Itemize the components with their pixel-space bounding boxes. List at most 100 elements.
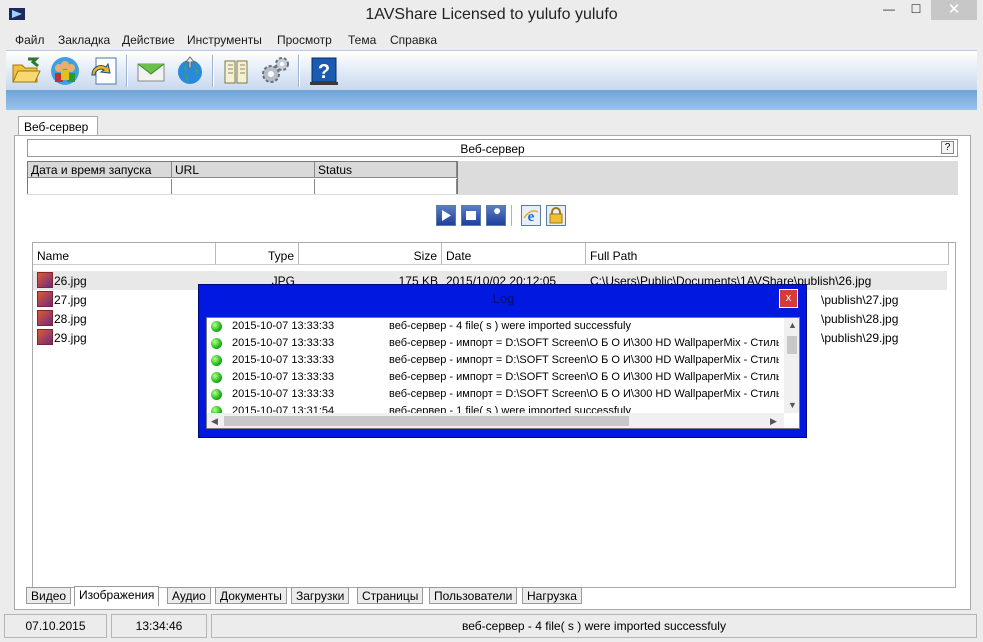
server-settings-button[interactable] xyxy=(486,205,506,226)
minimize-button[interactable]: — xyxy=(876,2,902,22)
scroll-down-icon[interactable]: ▼ xyxy=(788,400,797,410)
menu-tools[interactable]: Инструменты xyxy=(187,33,262,47)
lock-icon xyxy=(549,207,563,224)
file-name: 26.jpg xyxy=(54,274,87,288)
image-file-icon xyxy=(37,310,53,326)
log-entry: 2015-10-07 13:33:33 веб-сервер - импорт … xyxy=(207,352,785,369)
log-message: веб-сервер - 4 file( s ) were imported s… xyxy=(389,320,631,332)
file-path: \publish\28.jpg xyxy=(821,312,899,326)
toolbar-separator xyxy=(126,55,128,87)
ie-icon: e xyxy=(523,209,539,225)
tab-web-server[interactable]: Веб-сервер xyxy=(18,116,98,136)
status-ok-icon xyxy=(211,389,222,400)
svg-text:?: ? xyxy=(318,61,330,83)
column-date[interactable]: Date xyxy=(442,243,586,265)
log-list: 2015-10-07 13:33:33 веб-сервер - 4 file(… xyxy=(206,317,800,429)
mail-icon[interactable] xyxy=(135,55,167,87)
start-server-button[interactable] xyxy=(436,205,456,226)
users-icon[interactable] xyxy=(49,55,81,87)
status-time: 13:34:46 xyxy=(111,614,207,638)
web-server-header-label: Веб-сервер xyxy=(460,142,525,156)
grid-cell xyxy=(28,179,172,194)
log-close-button[interactable]: x xyxy=(779,289,798,308)
security-button[interactable] xyxy=(546,205,566,226)
web-server-header: Веб-сервер ? xyxy=(27,139,958,157)
file-path: \publish\29.jpg xyxy=(821,331,899,345)
log-time: 2015-10-07 13:33:33 xyxy=(232,388,335,400)
stop-icon xyxy=(466,211,476,220)
column-status[interactable]: Status xyxy=(315,162,457,178)
toolbar-separator xyxy=(298,55,300,87)
title-bar: 1AVShare Licensed to yulufo yulufo — ☐ ✕ xyxy=(0,0,983,30)
log-horizontal-scrollbar[interactable]: ◀ ▶ xyxy=(207,413,784,428)
image-file-icon xyxy=(37,272,53,288)
log-time: 2015-10-07 13:33:33 xyxy=(232,337,335,349)
log-message: веб-сервер - импорт = D:\SOFT Screen\О Б… xyxy=(389,371,779,383)
settings-gears-icon[interactable] xyxy=(259,55,291,87)
log-entry: 2015-10-07 13:33:33 веб-сервер - импорт … xyxy=(207,386,785,403)
menu-help[interactable]: Справка xyxy=(390,33,437,47)
open-browser-button[interactable]: e xyxy=(521,205,541,226)
tab-pages[interactable]: Страницы xyxy=(357,587,424,604)
open-folder-icon[interactable] xyxy=(10,55,42,87)
log-entry: 2015-10-07 13:33:33 веб-сервер - импорт … xyxy=(207,335,785,352)
status-ok-icon xyxy=(211,355,222,366)
file-path: \publish\27.jpg xyxy=(821,293,899,307)
globe-icon[interactable] xyxy=(174,55,206,87)
column-url[interactable]: URL xyxy=(172,162,315,178)
help-button[interactable]: ? xyxy=(941,141,954,154)
menu-view[interactable]: Просмотр xyxy=(277,33,332,47)
toolbar-strip xyxy=(6,90,977,110)
controls-separator xyxy=(511,205,513,226)
scroll-left-icon[interactable]: ◀ xyxy=(211,416,218,427)
scroll-thumb[interactable] xyxy=(787,336,797,354)
log-vertical-scrollbar[interactable]: ▲ ▼ xyxy=(784,318,799,413)
menu-theme[interactable]: Тема xyxy=(348,33,376,47)
status-ok-icon xyxy=(211,338,222,349)
log-message: веб-сервер - импорт = D:\SOFT Screen\О Б… xyxy=(389,388,779,400)
column-full-path[interactable]: Full Path xyxy=(586,243,949,265)
file-name: 28.jpg xyxy=(54,312,87,326)
log-time: 2015-10-07 13:33:33 xyxy=(232,371,335,383)
scroll-thumb[interactable] xyxy=(224,416,629,426)
column-name[interactable]: Name xyxy=(33,243,216,265)
log-message: веб-сервер - импорт = D:\SOFT Screen\О Б… xyxy=(389,354,779,366)
log-time: 2015-10-07 13:33:33 xyxy=(232,320,335,332)
stop-server-button[interactable] xyxy=(461,205,481,226)
menu-bookmark[interactable]: Закладка xyxy=(58,33,110,47)
grid-cell xyxy=(315,179,457,194)
menu-action[interactable]: Действие xyxy=(122,33,175,47)
file-name: 29.jpg xyxy=(54,331,87,345)
tab-video[interactable]: Видео xyxy=(26,587,72,604)
tab-downloads[interactable]: Загрузки xyxy=(291,587,350,604)
column-type[interactable]: Type xyxy=(216,243,299,265)
tab-documents[interactable]: Документы xyxy=(215,587,287,604)
close-button[interactable]: ✕ xyxy=(931,0,977,20)
help-icon[interactable]: ? xyxy=(308,55,340,87)
toolbar: ? xyxy=(6,50,977,90)
book-icon[interactable] xyxy=(220,55,252,87)
image-file-icon xyxy=(37,329,53,345)
share-doc-icon[interactable] xyxy=(88,55,120,87)
grid-cell xyxy=(172,179,315,194)
menu-file[interactable]: Файл xyxy=(15,33,45,47)
status-bar: 07.10.2015 13:34:46 веб-сервер - 4 file(… xyxy=(0,612,983,642)
maximize-button[interactable]: ☐ xyxy=(902,2,930,22)
log-dialog: Log x 2015-10-07 13:33:33 веб-сервер - 4… xyxy=(198,284,807,438)
tab-audio[interactable]: Аудио xyxy=(167,587,211,604)
column-size[interactable]: Size xyxy=(299,243,442,265)
scroll-right-icon[interactable]: ▶ xyxy=(770,416,777,427)
log-message: веб-сервер - импорт = D:\SOFT Screen\О Б… xyxy=(389,337,779,349)
play-icon xyxy=(442,210,451,221)
status-message: веб-сервер - 4 file( s ) were imported s… xyxy=(211,614,977,638)
scroll-up-icon[interactable]: ▲ xyxy=(788,320,797,330)
window-title: 1AVShare Licensed to yulufo yulufo xyxy=(365,6,618,23)
tab-users[interactable]: Пользователи xyxy=(429,587,518,604)
menu-bar: Файл Закладка Действие Инструменты Просм… xyxy=(0,30,983,50)
status-ok-icon xyxy=(211,372,222,383)
column-start-time[interactable]: Дата и время запуска xyxy=(28,162,172,178)
tab-images[interactable]: Изображения xyxy=(74,586,160,606)
tab-load[interactable]: Нагрузка xyxy=(522,587,582,604)
log-entry: 2015-10-07 13:33:33 веб-сервер - импорт … xyxy=(207,369,785,386)
status-date: 07.10.2015 xyxy=(4,614,107,638)
